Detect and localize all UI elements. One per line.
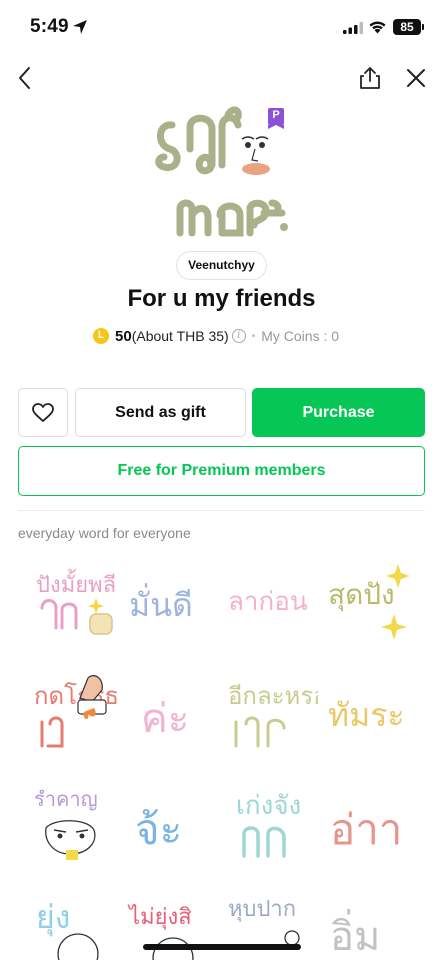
sticker-text: ทัมระ	[328, 696, 405, 734]
battery-level: 85	[393, 19, 421, 35]
status-bar: 5:49 85	[0, 0, 443, 56]
sticker-item[interactable]: เก่งจัง	[226, 778, 318, 870]
wifi-icon	[369, 21, 386, 34]
sticker-item[interactable]: กดโกรธ	[32, 668, 124, 760]
share-icon[interactable]	[356, 64, 384, 92]
send-gift-button[interactable]: Send as gift	[75, 388, 246, 437]
divider	[18, 510, 425, 511]
premium-badge: P	[268, 108, 284, 129]
pack-description: everyday word for everyone	[18, 525, 191, 541]
close-icon[interactable]	[402, 64, 430, 92]
sticker-item[interactable]: อิ่ม	[324, 888, 416, 960]
purchase-button[interactable]: Purchase	[252, 388, 425, 437]
sticker-text: อีกละหรอ	[228, 682, 318, 710]
sticker-text: ลาก่อน	[228, 587, 308, 617]
cellular-signal-icon	[343, 22, 363, 34]
home-indicator	[143, 944, 301, 950]
sticker-text: อิ่ม	[330, 909, 380, 960]
sticker-item[interactable]: ค่ะ	[127, 668, 219, 760]
sticker-text: เก่งจัง	[236, 791, 301, 821]
sticker-item[interactable]: ยุ่ง	[32, 888, 124, 960]
location-arrow-icon	[73, 20, 87, 34]
sticker-item[interactable]: มั่นดี	[127, 558, 219, 650]
sticker-item[interactable]: รำคาญ	[32, 778, 124, 870]
heart-icon	[32, 402, 54, 422]
info-icon[interactable]: i	[231, 329, 246, 343]
sticker-item[interactable]: ปังมั้ยพลี	[32, 558, 124, 650]
sticker-text: สุดปัง	[328, 578, 395, 612]
sticker-text: ไม่ยุ่งสิ	[127, 904, 192, 930]
favorite-button[interactable]	[18, 388, 68, 437]
sticker-item[interactable]: อ่าา	[324, 778, 416, 870]
price-row: L 50 (About THB 35) i • My Coins : 0	[93, 326, 339, 346]
sticker-item[interactable]: อีกละหรอ	[226, 668, 318, 760]
sticker-item[interactable]: สุดปัง	[324, 558, 416, 650]
author-chip[interactable]: Veenutchyy	[176, 251, 267, 280]
battery-nub	[422, 24, 424, 30]
premium-free-button[interactable]: Free for Premium members	[18, 446, 425, 496]
chevron-left-icon[interactable]	[12, 64, 40, 92]
sticker-text: ปังมั้ยพลี	[36, 569, 116, 598]
line-coin-icon: L	[93, 328, 109, 344]
price-value: 50	[115, 327, 132, 345]
sticker-text: จ้ะ	[135, 805, 182, 854]
sticker-item[interactable]: ทัมระ	[324, 668, 416, 760]
sticker-text: มั่นดี	[129, 583, 193, 624]
status-time: 5:49	[30, 16, 69, 37]
sticker-item[interactable]: ลาก่อน	[226, 558, 318, 650]
sticker-text: หุบปาก	[228, 897, 296, 922]
separator-dot: •	[251, 330, 256, 342]
sticker-text: รำคาญ	[34, 787, 98, 811]
page-title: For u my friends	[127, 285, 316, 312]
price-approx: (About THB 35)	[131, 328, 229, 344]
sticker-item[interactable]: จ้ะ	[127, 778, 219, 870]
sticker-text: ค่ะ	[141, 696, 189, 742]
sticker-text: ยุ่ง	[36, 898, 70, 937]
sticker-text: อ่าา	[330, 805, 402, 854]
my-coins-label: My Coins : 0	[261, 328, 340, 344]
